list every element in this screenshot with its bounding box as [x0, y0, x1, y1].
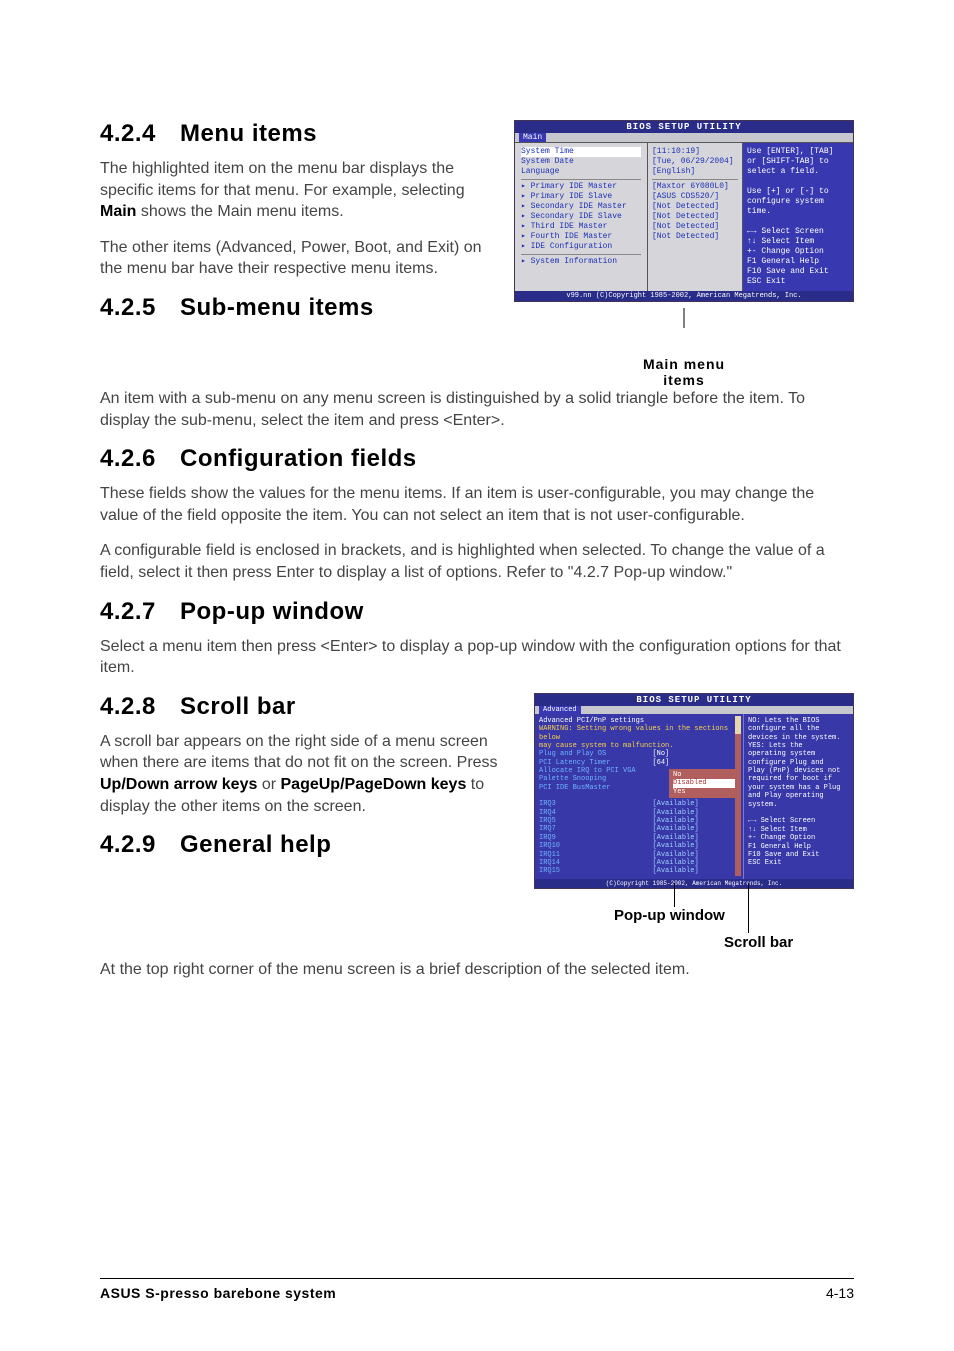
bios1-caption: Main menu items [514, 356, 854, 388]
para-428-1: A scroll bar appears on the right side o… [100, 731, 514, 817]
para-424-1: The highlighted item on the menu bar dis… [100, 158, 494, 223]
bios1-menubar: Main [515, 133, 853, 142]
bios1-help-panel: Use [ENTER], [TAB] or [SHIFT-TAB] to sel… [743, 143, 853, 291]
page-footer: ASUS S-presso barebone system 4-13 [100, 1278, 854, 1301]
para-427-1: Select a menu item then press <Enter> to… [100, 636, 854, 679]
bios1-title: BIOS SETUP UTILITY [515, 121, 853, 133]
para-429-1: At the top right corner of the menu scre… [100, 959, 854, 981]
label-popup-window: Pop-up window [614, 907, 725, 924]
leader-line-icon [674, 883, 675, 907]
heading-426: 4.2.6Configuration fields [100, 445, 854, 473]
heading-428: 4.2.8Scroll bar [100, 693, 514, 721]
heading-429: 4.2.9General help [100, 831, 514, 859]
para-426-2: A configurable field is enclosed in brac… [100, 540, 854, 583]
para-426-1: These fields show the values for the men… [100, 483, 854, 526]
heading-427: 4.2.7Pop-up window [100, 598, 854, 626]
bios1-left-panel: System Time System Date Language ▸ Prima… [515, 143, 648, 291]
footer-page-number: 4-13 [826, 1285, 854, 1301]
bios2-popup: No Disabled Yes [669, 769, 739, 798]
bios2-left-panel: Advanced PCI/PnP settings WARNING: Setti… [535, 714, 743, 879]
leader-line-icon [514, 308, 854, 328]
bios2-scrollbar [735, 716, 741, 876]
para-424-2: The other items (Advanced, Power, Boot, … [100, 237, 494, 280]
label-scroll-bar: Scroll bar [724, 934, 793, 951]
bios-screenshot-main: BIOS SETUP UTILITY Main System Time Syst… [514, 120, 854, 302]
para-425-1: An item with a sub-menu on any menu scre… [100, 388, 854, 431]
bios-screenshot-advanced: BIOS SETUP UTILITY Advanced Advanced PCI… [534, 693, 854, 889]
bios2-help-panel: NO: Lets the BIOS configure all the devi… [743, 714, 853, 879]
footer-product: ASUS S-presso barebone system [100, 1285, 336, 1301]
bios2-menubar: Advanced [535, 706, 853, 714]
heading-425: 4.2.5Sub-menu items [100, 294, 494, 322]
bios2-title: BIOS SETUP UTILITY [535, 694, 853, 706]
bios2-footer: (C)Copyright 1985-2002, American Megatre… [535, 879, 853, 888]
bios1-values: [11:10:19] [Tue, 06/29/2004] [English] [… [648, 143, 743, 291]
heading-424: 4.2.4Menu items [100, 120, 494, 148]
leader-line-icon [748, 883, 749, 933]
bios1-footer: v99.nn (C)Copyright 1985-2002, American … [515, 291, 853, 301]
